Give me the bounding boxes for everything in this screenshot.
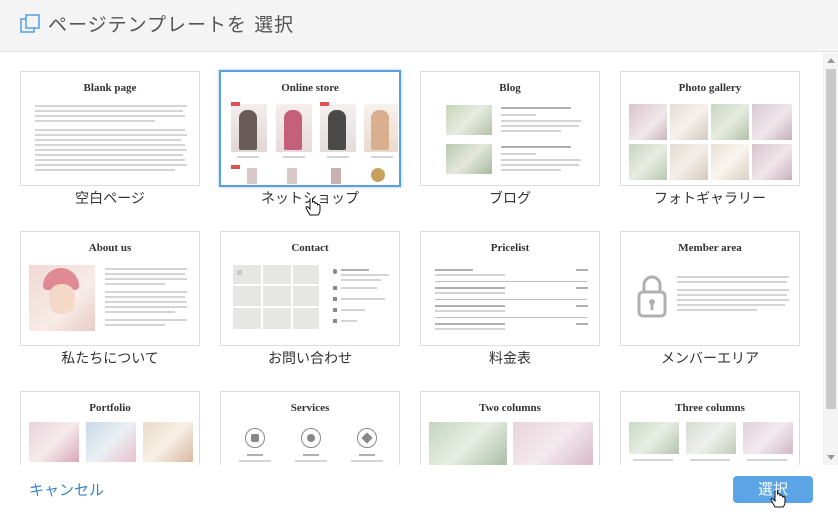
template-card-title: Portfolio xyxy=(89,402,131,414)
template-card-about-us[interactable]: About us xyxy=(20,231,200,346)
template-card-title: Pricelist xyxy=(490,242,530,254)
template-grid: Blank page 空白ページ Online store Blog ブログ P… xyxy=(0,53,822,465)
template-card-three-columns[interactable]: Three columns xyxy=(620,391,800,465)
template-card-online-store[interactable]: Online store xyxy=(219,70,401,187)
template-label-blog: ブログ xyxy=(489,191,531,207)
template-label-member-area: メンバーエリア xyxy=(661,351,759,367)
template-card-title: Member area xyxy=(678,242,742,254)
template-label-contact: お問い合わせ xyxy=(268,351,352,367)
template-label-about-us: 私たちについて xyxy=(61,351,159,367)
template-card-title: Photo gallery xyxy=(678,82,742,94)
pages-icon xyxy=(20,14,40,33)
template-card-portfolio[interactable]: Portfolio xyxy=(20,391,200,465)
template-label-photo-gallery: フォトギャラリー xyxy=(654,191,766,207)
cancel-button[interactable]: キャンセル xyxy=(29,479,104,500)
template-card-services[interactable]: Services xyxy=(220,391,400,465)
template-card-blog[interactable]: Blog xyxy=(420,71,600,186)
template-card-pricelist[interactable]: Pricelist xyxy=(420,231,600,346)
template-card-title: Contact xyxy=(291,242,329,254)
dialog-header: ページテンプレートを 選択 xyxy=(0,0,838,52)
scroll-up-arrow-icon[interactable] xyxy=(827,58,835,63)
hand-cursor-icon xyxy=(770,490,786,508)
template-card-title: Blog xyxy=(499,82,521,94)
template-card-title: Online store xyxy=(281,82,339,94)
template-card-blank-page[interactable]: Blank page xyxy=(20,71,200,186)
vertical-scrollbar[interactable] xyxy=(823,53,838,465)
template-card-title: Services xyxy=(290,402,330,414)
template-card-title: Blank page xyxy=(83,82,137,94)
template-card-title: Two columns xyxy=(479,402,541,414)
lock-icon xyxy=(637,275,667,318)
template-card-contact[interactable]: Contact xyxy=(220,231,400,346)
scroll-thumb[interactable] xyxy=(826,69,836,409)
template-label-pricelist: 料金表 xyxy=(489,351,531,367)
template-card-member-area[interactable]: Member area xyxy=(620,231,800,346)
template-card-title: Three columns xyxy=(675,402,745,414)
dialog-title: ページテンプレートを 選択 xyxy=(48,14,295,36)
template-label-blank-page: 空白ページ xyxy=(75,191,145,207)
template-card-photo-gallery[interactable]: Photo gallery xyxy=(620,71,800,186)
hand-cursor-icon xyxy=(305,198,321,216)
dialog-footer: キャンセル 選択 xyxy=(0,465,838,522)
template-card-title: About us xyxy=(88,242,132,254)
template-card-two-columns[interactable]: Two columns xyxy=(420,391,600,465)
scroll-down-arrow-icon[interactable] xyxy=(827,455,835,460)
